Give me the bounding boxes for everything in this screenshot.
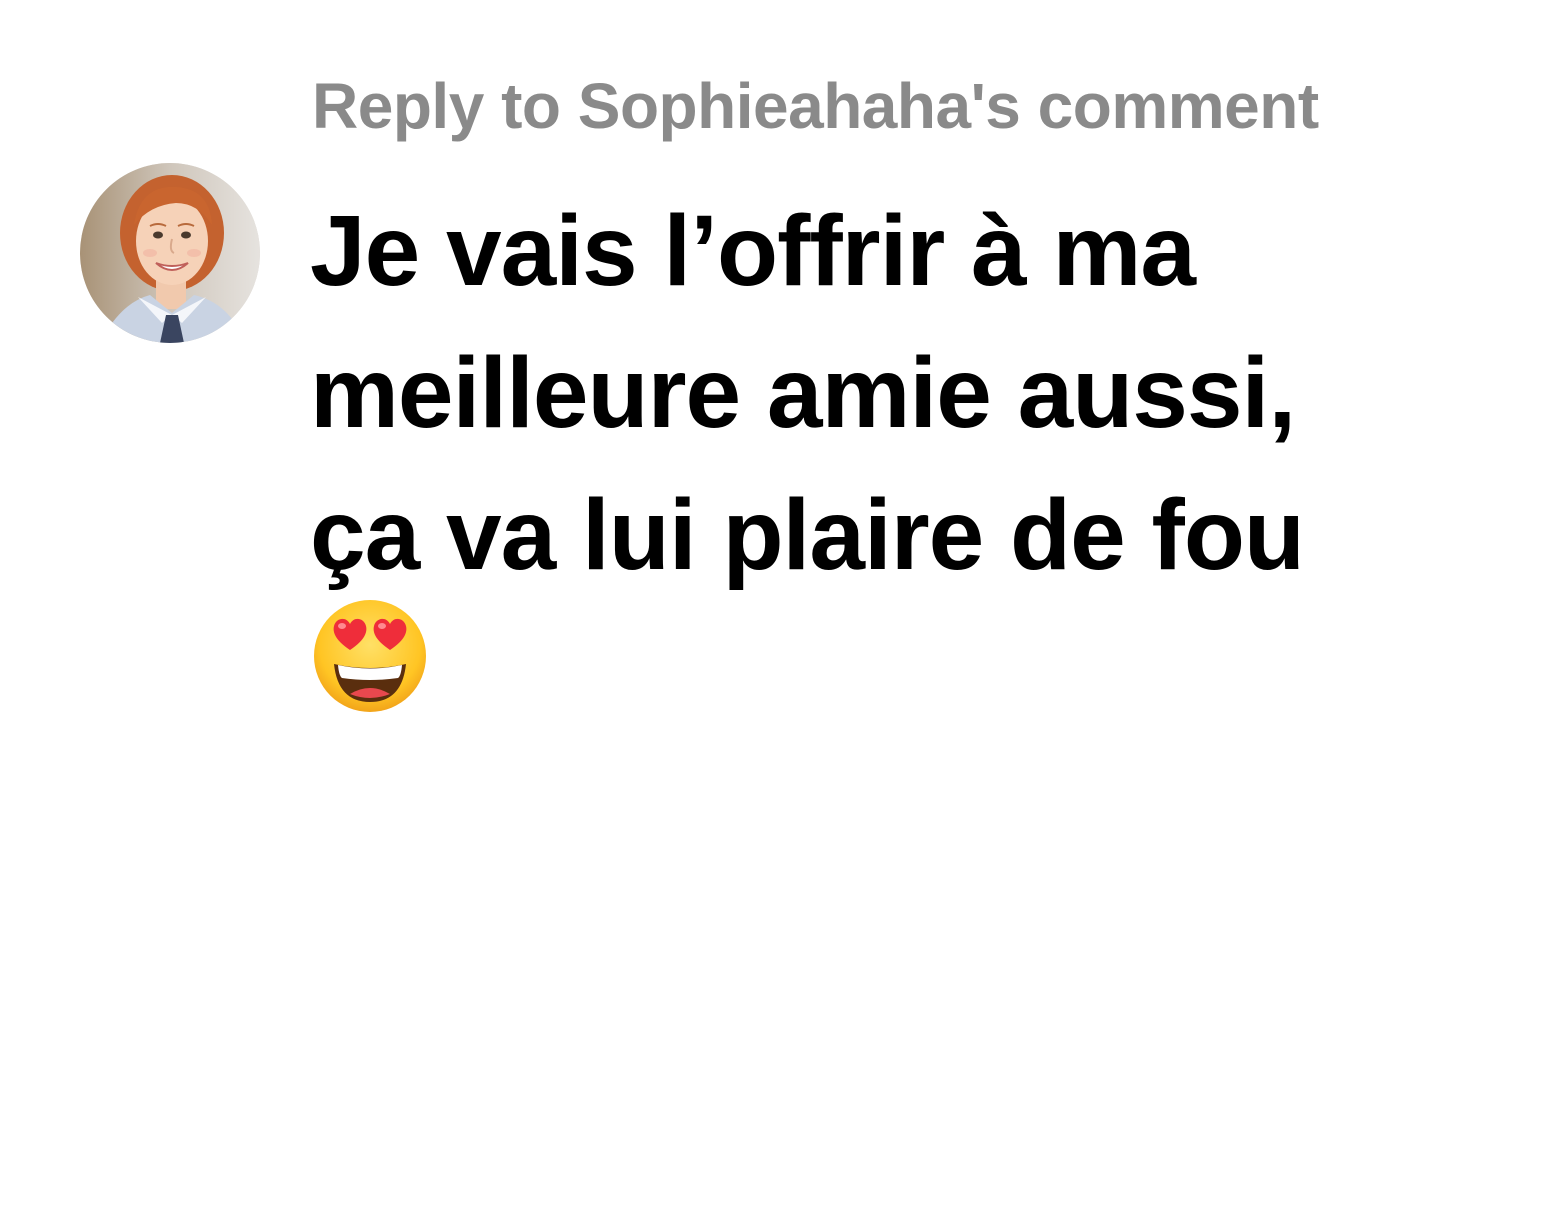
comment-line: meilleure amie aussi, <box>310 337 1296 449</box>
avatar-photo-icon <box>80 163 260 343</box>
reply-header: Reply to Sophieahaha's comment <box>312 70 1319 142</box>
reply-comment-card: Reply to Sophieahaha's comment Je vais l… <box>0 0 1550 1220</box>
comment-line: Je vais l’offrir à ma <box>310 195 1196 307</box>
user-avatar[interactable] <box>80 163 260 343</box>
comment-text: Je vais l’offrir à ma meilleure amie aus… <box>310 180 1490 606</box>
heart-eyes-emoji-icon <box>312 598 428 714</box>
comment-line: ça va lui plaire de fou <box>310 479 1305 591</box>
